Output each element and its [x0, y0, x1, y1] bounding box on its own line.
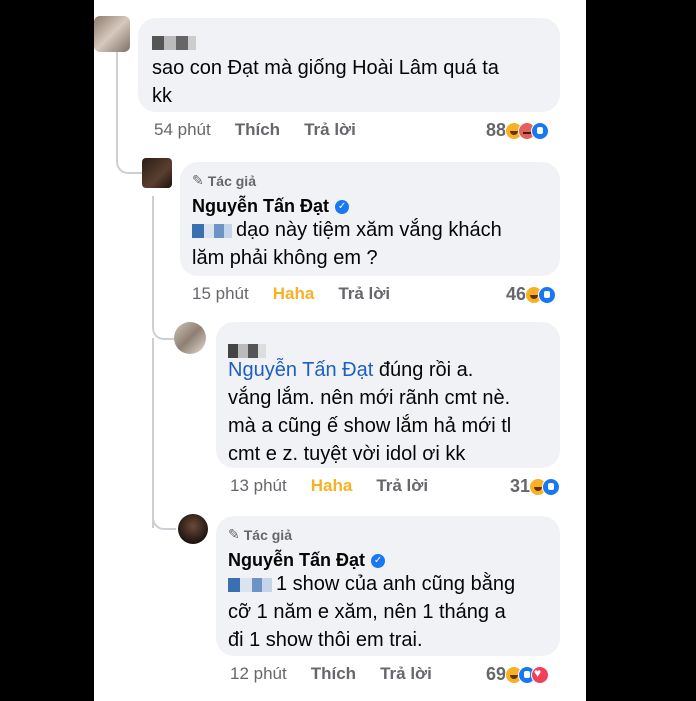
author-name[interactable]: Nguyễn Tấn Đạt ✓: [192, 196, 350, 217]
comment-time: 54 phút: [154, 120, 211, 139]
avatar[interactable]: [142, 158, 172, 188]
comment-panel: sao con Đạt mà giống Hoài Lâm quá ta kk …: [94, 0, 586, 701]
love-reaction-icon: [531, 665, 550, 684]
verified-badge-icon: ✓: [371, 553, 386, 568]
comment-time: 15 phút: [192, 284, 249, 303]
like-reaction-icon: [542, 477, 561, 496]
comment-bubble: ✎ Tác giả Nguyễn Tấn Đạt ✓ dạo này tiệm …: [180, 162, 560, 276]
comment-text: Nguyễn Tấn Đạt đúng rồi a. vắng lắm. nên…: [228, 359, 512, 465]
comment-actions: 12 phút Thích Trả lời: [230, 664, 456, 684]
reaction-count: 46: [506, 284, 527, 304]
haha-button[interactable]: Haha: [311, 476, 353, 496]
reaction-count: 88: [486, 120, 507, 140]
like-reaction-icon: [538, 285, 557, 304]
comment-actions: 54 phút Thích Trả lời: [154, 120, 380, 140]
verified-badge-icon: ✓: [335, 199, 350, 214]
reaction-summary[interactable]: 46: [506, 284, 557, 305]
haha-button[interactable]: Haha: [273, 284, 315, 304]
redacted-mention: [192, 223, 232, 238]
avatar[interactable]: [174, 322, 206, 354]
avatar[interactable]: [178, 514, 208, 544]
comment-bubble: sao con Đạt mà giống Hoài Lâm quá ta kk: [138, 18, 560, 112]
pencil-icon: ✎: [228, 526, 240, 542]
reaction-summary[interactable]: 69: [486, 664, 550, 685]
redacted-name: [152, 28, 200, 56]
comment-bubble: ✎ Tác giả Nguyễn Tấn Đạt ✓ 1 show của an…: [216, 516, 560, 656]
pencil-icon: ✎: [192, 172, 204, 188]
reaction-summary[interactable]: 31: [510, 476, 561, 497]
reaction-summary[interactable]: 88: [486, 120, 550, 141]
author-name[interactable]: Nguyễn Tấn Đạt ✓: [228, 550, 386, 571]
reply-button[interactable]: Trả lời: [338, 284, 390, 304]
redacted-mention: [228, 577, 272, 592]
thread-line: [152, 196, 176, 340]
comment-time: 12 phút: [230, 664, 287, 683]
author-tag: ✎ Tác giả: [192, 172, 256, 189]
comment-text: 1 show của anh cũng bằng cỡ 1 năm e xăm,…: [228, 573, 516, 651]
mention-link[interactable]: Nguyễn Tấn Đạt: [228, 359, 373, 381]
thread-line: [152, 480, 176, 530]
comment-time: 13 phút: [230, 476, 287, 495]
author-tag: ✎ Tác giả: [228, 526, 292, 543]
reply-button[interactable]: Trả lời: [376, 476, 428, 496]
comment-actions: 13 phút Haha Trả lời: [230, 476, 452, 496]
avatar[interactable]: [94, 16, 130, 52]
comment-bubble: Nguyễn Tấn Đạt đúng rồi a. vắng lắm. nên…: [216, 322, 560, 468]
comment-actions: 15 phút Haha Trả lời: [192, 284, 414, 304]
like-button[interactable]: Thích: [235, 120, 280, 140]
reaction-count: 69: [486, 664, 507, 684]
like-reaction-icon: [531, 121, 550, 140]
reaction-count: 31: [510, 476, 531, 496]
reply-button[interactable]: Trả lời: [304, 120, 356, 140]
reply-button[interactable]: Trả lời: [380, 664, 432, 684]
comment-text: sao con Đạt mà giống Hoài Lâm quá ta kk: [152, 57, 499, 107]
comment-text: dạo này tiệm xăm vắng khách lăm phải khô…: [192, 219, 502, 269]
like-button[interactable]: Thích: [311, 664, 356, 684]
